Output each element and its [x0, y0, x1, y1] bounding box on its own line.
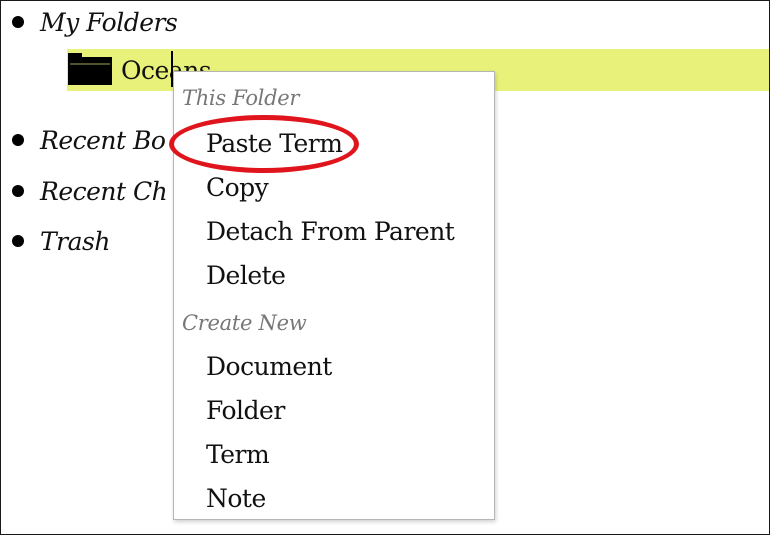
menu-item-document[interactable]: Document: [206, 349, 332, 383]
tree-item-label: Trash: [40, 226, 110, 256]
menu-item-detach-from-parent[interactable]: Detach From Parent: [206, 214, 455, 248]
menu-item-term[interactable]: Term: [206, 437, 270, 471]
tree-item-label: My Folders: [40, 7, 178, 37]
bullet-icon: [13, 236, 23, 246]
context-menu: This Folder Paste Term Copy Detach From …: [173, 71, 495, 520]
bullet-icon: [13, 135, 23, 145]
tree-item-label: Recent Bo: [40, 125, 166, 155]
tree-item-recent-changes[interactable]: Recent Ch: [13, 174, 168, 208]
tree-item-recent-books[interactable]: Recent Bo: [13, 123, 166, 157]
menu-item-folder[interactable]: Folder: [206, 393, 285, 427]
tree-item-label: Recent Ch: [40, 176, 168, 206]
folder-tree-panel: My Folders Oceans Recent Bo Recent Ch Tr…: [0, 0, 770, 535]
menu-item-paste-term[interactable]: Paste Term: [206, 126, 343, 160]
menu-section-create-new: Create New: [182, 311, 307, 335]
menu-section-this-folder: This Folder: [182, 86, 300, 110]
menu-item-delete[interactable]: Delete: [206, 258, 286, 292]
bullet-icon: [13, 186, 23, 196]
tree-item-trash[interactable]: Trash: [13, 224, 110, 258]
menu-item-copy[interactable]: Copy: [206, 170, 269, 204]
menu-item-note[interactable]: Note: [206, 481, 266, 515]
bullet-icon: [13, 17, 23, 27]
tree-item-my-folders[interactable]: My Folders: [13, 5, 178, 39]
folder-icon: [68, 53, 112, 85]
